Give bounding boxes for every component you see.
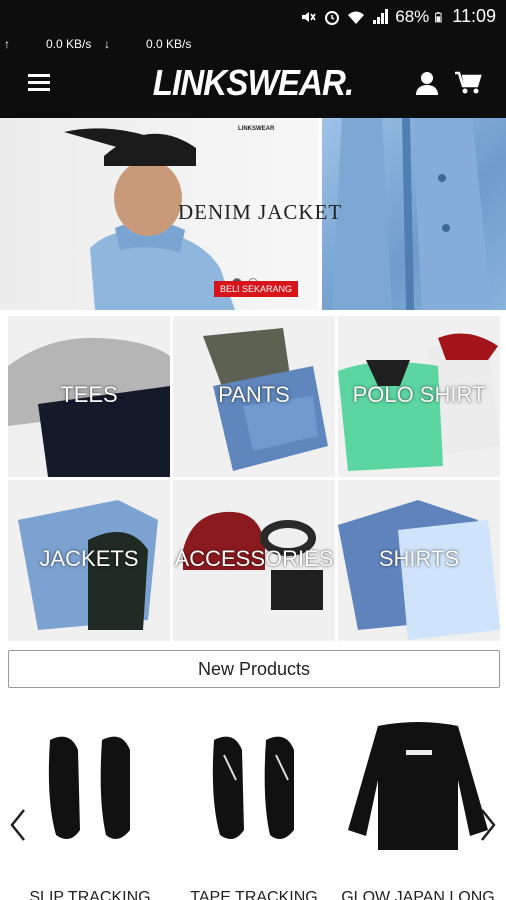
category-label: SHIRTS	[378, 546, 460, 571]
category-label: POLO SHIRT	[352, 382, 486, 407]
product-card[interactable]: SLIP TRACKING SANDAL	[10, 720, 170, 900]
tape-tracking-sandal-image	[212, 736, 294, 839]
category-grid: TEES PANTS POLO SHIRT JACKETS ACCESSORIE…	[8, 316, 500, 642]
category-label: TEES	[60, 382, 118, 407]
clock: 11:09	[452, 6, 496, 26]
hero-title: DENIM JACKET	[178, 200, 343, 224]
mute-icon	[302, 11, 316, 22]
category-tile-jackets[interactable]: JACKETS	[8, 480, 170, 641]
category-label: PANTS	[218, 382, 290, 407]
network-speed-bar: ↑ 0.0 KB/s ↓ 0.0 KB/s	[0, 34, 506, 54]
hero-brandmark: LINKSWEAR	[238, 126, 275, 132]
app-header: LINKSWEAR.	[0, 54, 506, 118]
upload-speed: 0.0 KB/s	[46, 37, 92, 51]
hero-jacket-image	[322, 118, 506, 310]
battery-icon	[435, 11, 442, 22]
download-speed: 0.0 KB/s	[146, 37, 192, 51]
product-name: TAPE TRACKING SANDAL	[190, 889, 318, 900]
product-card[interactable]: TAPE TRACKING SANDAL	[174, 720, 334, 900]
signal-icon	[373, 8, 389, 24]
shopping-cart-icon[interactable]	[454, 70, 482, 96]
battery-percent: 68%	[395, 6, 430, 26]
hero-banner[interactable]: LINKSWEAR DENIM JACKET BELI SEKARANG	[0, 118, 506, 310]
upload-arrow-icon: ↑	[4, 37, 10, 51]
category-tile-tees[interactable]: TEES	[8, 316, 170, 477]
category-tile-polo-shirt[interactable]: POLO SHIRT	[338, 316, 500, 477]
status-icons: 68% 11:09	[299, 6, 496, 27]
category-tile-pants[interactable]: PANTS	[173, 316, 335, 477]
chevron-right-icon[interactable]	[478, 808, 498, 842]
status-bar: 68% 11:09	[0, 0, 506, 34]
category-label: ACCESSORIES	[174, 546, 334, 571]
user-account-icon[interactable]	[414, 70, 440, 96]
wifi-icon	[348, 11, 365, 24]
glow-japan-long-sleeve-image	[348, 722, 488, 850]
product-card[interactable]: GLOW JAPAN LONG SLEEVE	[338, 720, 498, 900]
product-name: SLIP TRACKING SANDAL	[29, 889, 151, 900]
download-arrow-icon: ↓	[104, 37, 110, 51]
category-tile-accessories[interactable]: ACCESSORIES	[173, 480, 335, 641]
new-products-carousel: SLIP TRACKING SANDAL TAPE TRACKING SANDA…	[0, 700, 506, 900]
shop-now-button[interactable]: BELI SEKARANG	[214, 281, 299, 297]
new-products-button[interactable]: New Products	[8, 650, 500, 688]
alarm-icon	[325, 10, 340, 25]
category-label: JACKETS	[39, 546, 139, 571]
product-name: GLOW JAPAN LONG SLEEVE	[341, 889, 495, 900]
slip-tracking-sandal-image	[48, 736, 130, 839]
category-tile-shirts[interactable]: SHIRTS	[338, 480, 500, 641]
